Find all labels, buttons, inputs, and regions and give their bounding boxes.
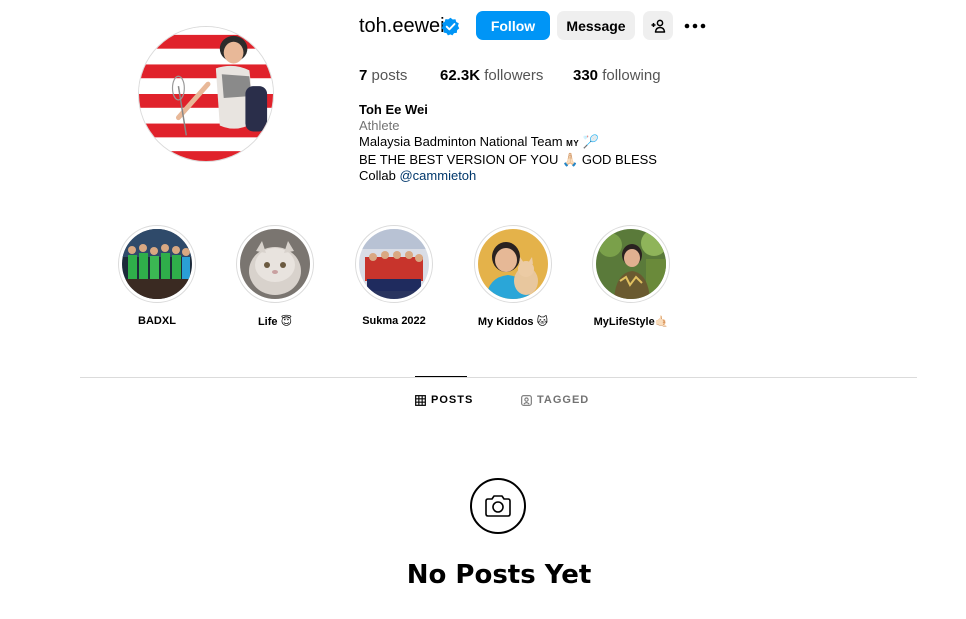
- posts-count-value: 7: [359, 67, 368, 84]
- praying-hands-emoji: 🙏🏻: [562, 152, 579, 167]
- active-tab-indicator: [415, 376, 467, 377]
- bio-motto-text: BE THE BEST VERSION OF YOU: [359, 152, 559, 167]
- highlight-cover: [478, 229, 548, 299]
- story-highlights: BADXL Life 😇 Sukma 2022 My Kiddos 🐱 MyLi…: [0, 225, 966, 335]
- highlight-ring: [592, 225, 670, 303]
- following-count-value: 330: [573, 67, 599, 84]
- malaysia-flag-emoji: MY: [566, 139, 580, 148]
- bio-line-motto: BE THE BEST VERSION OF YOU 🙏🏻 GOD BLESS: [359, 152, 657, 168]
- highlight-mylifestyle[interactable]: MyLifeStyle🤙🏻: [592, 225, 670, 328]
- bio-collab-link[interactable]: @cammietoh: [399, 168, 476, 183]
- highlight-ring: [118, 225, 196, 303]
- suggested-users-button[interactable]: [643, 11, 673, 40]
- profile-username: toh.eewei: [359, 15, 445, 37]
- tab-posts-label: POSTS: [431, 394, 474, 406]
- followers-count-label: followers: [484, 67, 544, 84]
- more-dots-icon: [684, 23, 706, 29]
- followers-count-value: 62.3K: [440, 67, 481, 84]
- grid-icon: [415, 394, 426, 406]
- highlight-cover: [596, 229, 666, 299]
- highlight-label: My Kiddos 🐱: [477, 316, 549, 328]
- empty-state-title: No Posts Yet: [406, 560, 592, 590]
- bio-motto-tail: GOD BLESS: [581, 152, 657, 167]
- highlight-label: Sukma 2022: [362, 315, 426, 327]
- bio-line-team: Malaysia Badminton National Team MY 🏸: [359, 134, 657, 152]
- highlight-badxl[interactable]: BADXL: [118, 225, 196, 327]
- highlight-ring: [355, 225, 433, 303]
- tab-tagged-label: TAGGED: [537, 394, 590, 406]
- tabs-divider: [80, 377, 917, 378]
- highlight-ring: [236, 225, 314, 303]
- follow-button[interactable]: Follow: [476, 11, 550, 40]
- avatar-image: [139, 27, 273, 161]
- highlight-sukma-2022[interactable]: Sukma 2022: [355, 225, 433, 327]
- highlight-label: Life 😇: [257, 316, 293, 328]
- message-button[interactable]: Message: [557, 11, 635, 40]
- profile-full-name: Toh Ee Wei: [359, 102, 428, 117]
- tab-tagged[interactable]: TAGGED: [521, 394, 589, 406]
- highlight-my-kiddos[interactable]: My Kiddos 🐱: [474, 225, 552, 328]
- bio-collab-prefix: Collab: [359, 168, 396, 183]
- highlight-cover: [359, 229, 429, 299]
- tagged-user-icon: [521, 394, 532, 406]
- bio-line-collab: Collab @cammietoh: [359, 168, 657, 184]
- bio-team-text: Malaysia Badminton National Team: [359, 134, 563, 149]
- highlight-label: BADXL: [138, 315, 176, 327]
- highlight-label: MyLifeStyle🤙🏻: [593, 316, 669, 328]
- highlight-cover: [240, 229, 310, 299]
- tab-posts[interactable]: POSTS: [415, 394, 473, 406]
- profile-avatar[interactable]: [138, 26, 274, 162]
- following-count-label: following: [602, 67, 661, 84]
- highlight-life[interactable]: Life 😇: [236, 225, 314, 328]
- posts-count: 7 posts: [359, 67, 407, 85]
- highlight-ring: [474, 225, 552, 303]
- badminton-emoji: 🏸: [582, 134, 599, 149]
- camera-icon-circle: [470, 478, 526, 534]
- posts-count-label: posts: [371, 67, 408, 84]
- camera-icon: [485, 495, 511, 517]
- add-person-icon: [651, 19, 666, 33]
- highlight-cover: [122, 229, 192, 299]
- verified-badge-icon: [441, 17, 460, 36]
- profile-category: Athlete: [359, 118, 400, 133]
- profile-bio: Toh Ee Wei Athlete Malaysia Badminton Na…: [359, 102, 657, 184]
- more-options-button[interactable]: [683, 14, 707, 38]
- followers-link[interactable]: 62.3K followers: [440, 67, 543, 85]
- following-link[interactable]: 330 following: [573, 67, 661, 85]
